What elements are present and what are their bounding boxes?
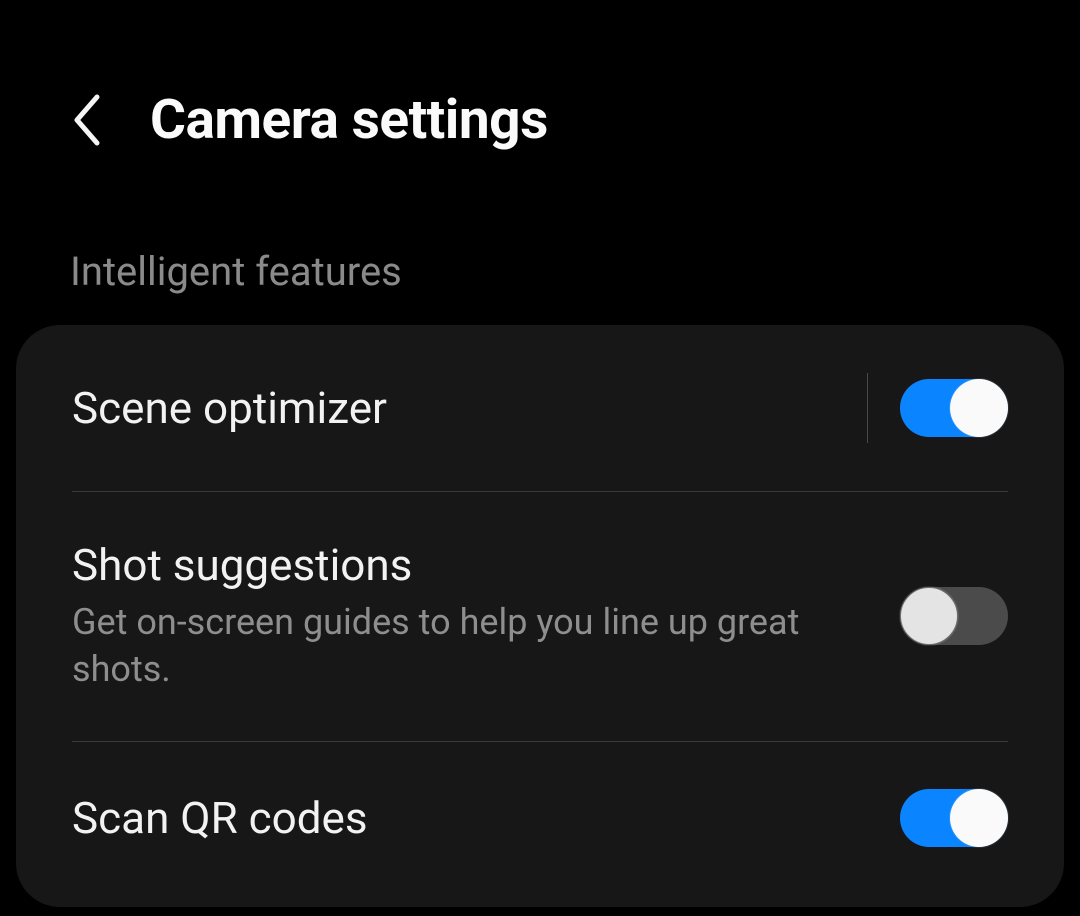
- header: Camera settings: [0, 88, 1080, 152]
- page-title: Camera settings: [150, 88, 548, 152]
- row-main-shot-suggestions[interactable]: Shot suggestions Get on-screen guides to…: [72, 539, 900, 693]
- toggle-knob: [900, 587, 958, 645]
- row-subtitle: Get on-screen guides to help you line up…: [72, 599, 832, 693]
- row-title: Shot suggestions: [72, 539, 900, 591]
- camera-settings-screen: Camera settings Intelligent features Sce…: [0, 0, 1080, 916]
- toggle-knob: [950, 789, 1008, 847]
- back-button[interactable]: [62, 96, 110, 144]
- chevron-left-icon: [71, 93, 101, 147]
- toggle-knob: [950, 379, 1008, 437]
- toggle-scene-optimizer[interactable]: [900, 379, 1008, 437]
- row-scan-qr-codes: Scan QR codes: [16, 741, 1064, 907]
- row-main-scene-optimizer[interactable]: Scene optimizer: [72, 382, 851, 434]
- toggle-shot-suggestions[interactable]: [900, 587, 1008, 645]
- row-title: Scene optimizer: [72, 382, 851, 434]
- row-main-scan-qr-codes[interactable]: Scan QR codes: [72, 792, 900, 844]
- vertical-divider: [867, 373, 868, 443]
- section-label-intelligent-features: Intelligent features: [0, 248, 1080, 295]
- toggle-scan-qr-codes[interactable]: [900, 789, 1008, 847]
- settings-panel: Scene optimizer Shot suggestions Get on-…: [16, 325, 1064, 907]
- row-title: Scan QR codes: [72, 792, 900, 844]
- row-shot-suggestions: Shot suggestions Get on-screen guides to…: [16, 491, 1064, 741]
- row-scene-optimizer: Scene optimizer: [16, 325, 1064, 491]
